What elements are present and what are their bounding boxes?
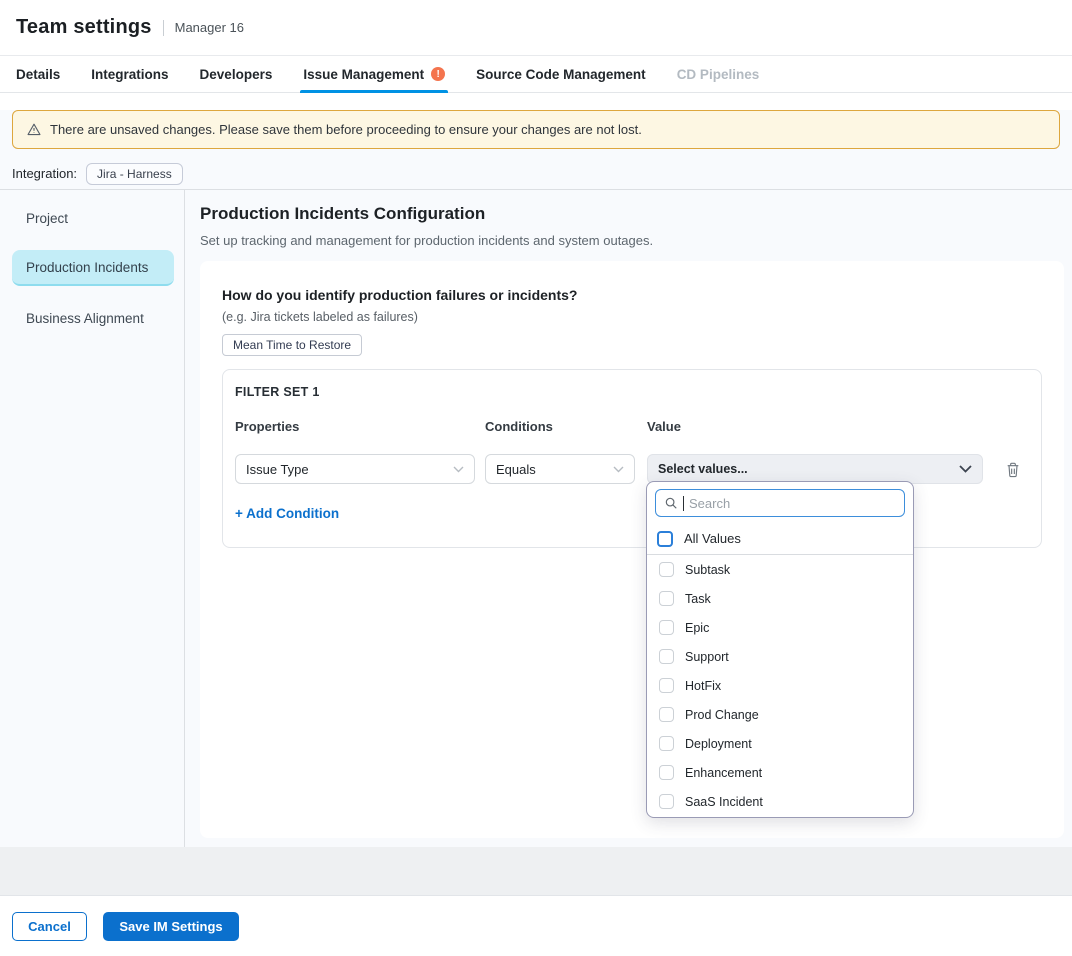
incidents-config-card: How do you identify production failures … (200, 261, 1064, 838)
conditions-select[interactable]: Equals (485, 454, 635, 484)
metric-chip[interactable]: Mean Time to Restore (222, 334, 362, 356)
tab-bar: Details Integrations Developers Issue Ma… (0, 56, 1072, 93)
chevron-down-icon (959, 465, 972, 473)
filter-set-title: FILTER SET 1 (235, 385, 1029, 399)
sidebar-item-business-alignment[interactable]: Business Alignment (12, 300, 174, 336)
unsaved-changes-badge-icon: ! (431, 67, 445, 81)
checkbox-icon[interactable] (659, 794, 674, 809)
tab-developers[interactable]: Developers (200, 56, 273, 92)
checkbox-icon[interactable] (659, 591, 674, 606)
sidebar-item-project[interactable]: Project (12, 200, 174, 236)
checkbox-icon[interactable] (657, 531, 673, 547)
title-separator (163, 20, 164, 36)
cancel-button[interactable]: Cancel (12, 912, 87, 941)
option-enhancement[interactable]: Enhancement (647, 758, 913, 787)
tab-issue-management[interactable]: Issue Management ! (303, 56, 445, 92)
conditions-column-label: Conditions (485, 419, 635, 434)
option-subtask[interactable]: Subtask (647, 555, 913, 584)
checkbox-icon[interactable] (659, 562, 674, 577)
footer-spacer (0, 847, 1072, 895)
integration-chip[interactable]: Jira - Harness (86, 163, 183, 185)
action-footer: Cancel Save IM Settings (0, 895, 1072, 955)
team-name-label: Manager 16 (175, 20, 244, 35)
delete-filter-button[interactable] (1003, 460, 1023, 480)
unsaved-changes-banner: There are unsaved changes. Please save t… (12, 110, 1060, 149)
chevron-down-icon (453, 466, 464, 473)
banner-text: There are unsaved changes. Please save t… (50, 122, 642, 137)
save-im-settings-button[interactable]: Save IM Settings (103, 912, 239, 941)
value-dropdown-panel: All Values Subtask Task E (646, 481, 914, 818)
warning-icon (26, 122, 42, 137)
checkbox-icon[interactable] (659, 678, 674, 693)
tab-source-code-management[interactable]: Source Code Management (476, 56, 646, 92)
option-all-values[interactable]: All Values (647, 523, 913, 555)
value-column-label: Value (647, 419, 983, 434)
page-title: Team settings (16, 16, 152, 39)
question-hint: (e.g. Jira tickets labeled as failures) (222, 310, 1042, 324)
option-epic[interactable]: Epic (647, 613, 913, 642)
option-hotfix[interactable]: HotFix (647, 671, 913, 700)
add-condition-button[interactable]: + Add Condition (235, 506, 339, 521)
dropdown-search-box (655, 489, 905, 517)
checkbox-icon[interactable] (659, 620, 674, 635)
checkbox-icon[interactable] (659, 707, 674, 722)
checkbox-icon[interactable] (659, 765, 674, 780)
option-customer-notification[interactable]: Customer Notification (647, 816, 913, 818)
option-task[interactable]: Task (647, 584, 913, 613)
tab-integrations[interactable]: Integrations (91, 56, 168, 92)
integration-row: Integration: Jira - Harness (12, 162, 1060, 185)
checkbox-icon[interactable] (659, 736, 674, 751)
question-heading: How do you identify production failures … (222, 287, 1042, 303)
page-header: Team settings Manager 16 (0, 0, 1072, 56)
chevron-down-icon (613, 466, 624, 473)
search-icon (664, 496, 678, 510)
filter-set-1: FILTER SET 1 Properties Issue Type (222, 369, 1042, 548)
tab-details[interactable]: Details (16, 56, 60, 92)
trash-icon (1005, 461, 1021, 479)
option-support[interactable]: Support (647, 642, 913, 671)
option-deployment[interactable]: Deployment (647, 729, 913, 758)
properties-column-label: Properties (235, 419, 475, 434)
section-subtitle: Set up tracking and management for produ… (200, 233, 1064, 248)
sidebar-item-production-incidents[interactable]: Production Incidents (12, 250, 174, 286)
checkbox-icon[interactable] (659, 649, 674, 664)
content-area: Project Production Incidents Business Al… (0, 189, 1072, 847)
dropdown-search-input[interactable] (689, 496, 896, 511)
option-saas-incident[interactable]: SaaS Incident (647, 787, 913, 816)
value-multiselect[interactable]: Select values... (647, 454, 983, 484)
tab-cd-pipelines: CD Pipelines (677, 56, 760, 92)
text-cursor (683, 496, 684, 511)
main-panel: Production Incidents Configuration Set u… (185, 190, 1072, 847)
dropdown-option-list: Subtask Task Epic Support (647, 555, 913, 818)
filter-row: Properties Issue Type Conditions (235, 419, 1029, 484)
section-title: Production Incidents Configuration (200, 204, 1064, 224)
option-prod-change[interactable]: Prod Change (647, 700, 913, 729)
properties-select[interactable]: Issue Type (235, 454, 475, 484)
integration-label: Integration: (12, 166, 77, 181)
settings-sidebar: Project Production Incidents Business Al… (0, 190, 185, 847)
page-body: There are unsaved changes. Please save t… (0, 110, 1072, 895)
